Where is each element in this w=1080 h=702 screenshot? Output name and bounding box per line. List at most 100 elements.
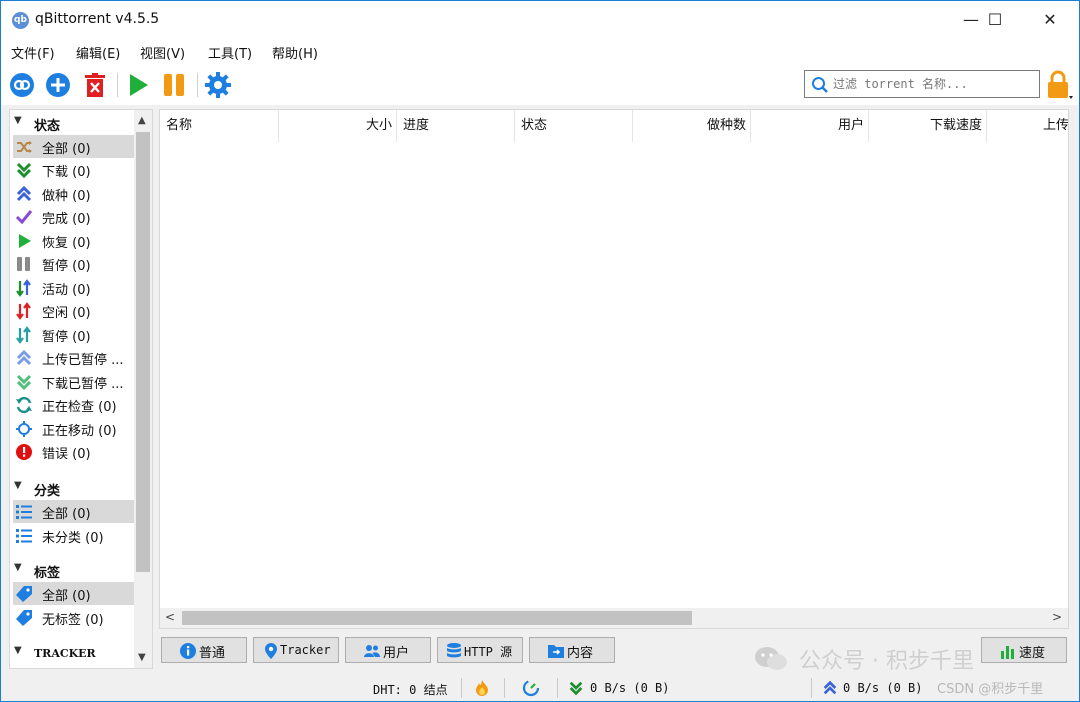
menu-bar: 文件(F) 编辑(E) 视图(V) 工具(T) 帮助(H) bbox=[1, 39, 1079, 65]
download-speed-text[interactable]: 0 B/s (0 B) bbox=[590, 681, 669, 695]
filter-sidebar: ▼ 状态 全部 (0) 下载 (0) 做种 (0) 完成 (0) 恢复 (0) … bbox=[9, 109, 153, 669]
tab-http-sources[interactable]: HTTP 源 bbox=[437, 637, 523, 663]
qbittorrent-logo-icon: qb bbox=[12, 12, 29, 29]
status-item-stalled-downloading[interactable]: 下载已暂停 ... bbox=[13, 370, 134, 393]
crosshair-icon bbox=[16, 421, 32, 437]
chevron-right-icon[interactable]: > bbox=[1052, 610, 1062, 624]
status-item-moving[interactable]: 正在移动 (0) bbox=[13, 417, 134, 440]
window-title: qBittorrent v4.5.5 bbox=[35, 11, 160, 27]
column-header-size[interactable]: 大小 bbox=[279, 110, 397, 142]
sidebar-scrollbar-thumb[interactable] bbox=[136, 132, 150, 572]
dht-status: DHT: 0 结点 bbox=[373, 683, 448, 697]
column-header-download-speed[interactable]: 下载速度 bbox=[869, 110, 987, 142]
database-icon bbox=[447, 643, 461, 658]
double-chevron-up-light-icon bbox=[16, 349, 32, 366]
status-separator bbox=[461, 678, 462, 698]
tab-general[interactable]: 普通 bbox=[161, 637, 247, 663]
column-header-upload-speed[interactable]: 上传 bbox=[987, 110, 1068, 142]
status-separator bbox=[557, 678, 558, 698]
sidebar-scrollbar[interactable]: ▲ ▼ bbox=[134, 110, 152, 668]
up-down-arrows-teal-icon bbox=[16, 326, 31, 344]
status-item-stalled-uploading[interactable]: 上传已暂停 ... bbox=[13, 346, 134, 369]
maximize-button[interactable]: ☐ bbox=[972, 1, 1018, 39]
status-item-active[interactable]: 活动 (0) bbox=[13, 276, 134, 299]
upload-speed-icon bbox=[823, 680, 837, 695]
column-header-peers[interactable]: 用户 bbox=[751, 110, 869, 142]
torrent-list[interactable]: 名称 大小 进度 状态 做种数 用户 下载速度 上传 < > bbox=[159, 109, 1069, 629]
status-item-checking[interactable]: 正在检查 (0) bbox=[13, 393, 134, 416]
tab-peers[interactable]: 用户 bbox=[345, 637, 431, 663]
add-torrent-icon bbox=[46, 73, 70, 97]
category-item-uncategorized[interactable]: 未分类 (0) bbox=[13, 524, 134, 547]
horizontal-scrollbar[interactable]: < > bbox=[160, 608, 1068, 628]
bar-chart-icon bbox=[1001, 646, 1014, 659]
csdn-watermark: CSDN @积步千里 bbox=[937, 682, 1044, 697]
status-item-seeding[interactable]: 做种 (0) bbox=[13, 182, 134, 205]
checkmark-icon bbox=[15, 210, 33, 225]
tab-content[interactable]: 内容 bbox=[529, 637, 615, 663]
connection-status-icon[interactable] bbox=[474, 679, 490, 697]
lock-button[interactable] bbox=[1045, 69, 1075, 101]
status-item-inactive[interactable]: 空闲 (0) bbox=[13, 299, 134, 322]
play-icon bbox=[19, 234, 31, 248]
upload-speed-text[interactable]: 0 B/s (0 B) bbox=[843, 681, 922, 695]
pause-icon bbox=[17, 257, 30, 271]
delete-button[interactable] bbox=[80, 70, 110, 100]
tag-item-untagged[interactable]: 无标签 (0) bbox=[13, 606, 134, 629]
info-icon bbox=[180, 643, 196, 659]
title-bar: qb qBittorrent v4.5.5 — ☐ ✕ bbox=[1, 1, 1079, 39]
up-down-arrows-icon bbox=[16, 279, 31, 297]
chevron-down-icon: ▼ bbox=[14, 645, 22, 656]
delete-icon bbox=[85, 73, 105, 97]
close-button[interactable]: ✕ bbox=[1027, 1, 1073, 39]
category-item-all[interactable]: 全部 (0) bbox=[13, 500, 134, 523]
status-item-paused[interactable]: 暂停 (0) bbox=[13, 252, 134, 275]
menu-edit[interactable]: 编辑(E) bbox=[76, 43, 120, 62]
column-header-seeds[interactable]: 做种数 bbox=[633, 110, 751, 142]
menu-help[interactable]: 帮助(H) bbox=[272, 43, 318, 62]
pause-button[interactable] bbox=[159, 70, 189, 100]
status-section-header[interactable]: ▼ 状态 bbox=[10, 112, 135, 134]
status-item-all[interactable]: 全部 (0) bbox=[13, 135, 134, 158]
status-item-stalled[interactable]: 暂停 (0) bbox=[13, 323, 134, 346]
column-header-name[interactable]: 名称 bbox=[160, 110, 279, 142]
column-header-status[interactable]: 状态 bbox=[515, 110, 633, 142]
chevron-left-icon[interactable]: < bbox=[165, 610, 175, 624]
double-chevron-up-icon bbox=[16, 185, 32, 202]
shuffle-icon bbox=[17, 141, 32, 153]
tag-item-all[interactable]: 全部 (0) bbox=[13, 582, 134, 605]
status-item-errored[interactable]: 错误 (0) bbox=[13, 440, 134, 463]
column-header-progress[interactable]: 进度 bbox=[397, 110, 515, 142]
toolbar bbox=[1, 65, 1079, 105]
chevron-down-icon[interactable]: ▼ bbox=[138, 652, 146, 663]
horizontal-scrollbar-thumb[interactable] bbox=[182, 611, 692, 625]
menu-tools[interactable]: 工具(T) bbox=[208, 43, 252, 62]
menu-file[interactable]: 文件(F) bbox=[11, 43, 55, 62]
resume-icon bbox=[130, 74, 148, 96]
users-icon bbox=[364, 645, 380, 657]
tag-icon bbox=[16, 610, 32, 626]
chevron-up-icon[interactable]: ▲ bbox=[138, 115, 146, 126]
category-section-header[interactable]: ▼ 分类 bbox=[10, 477, 135, 499]
search-input[interactable] bbox=[833, 75, 1033, 93]
folder-icon bbox=[548, 645, 564, 658]
location-pin-icon bbox=[265, 643, 277, 659]
status-item-resumed[interactable]: 恢复 (0) bbox=[13, 229, 134, 252]
status-item-downloading[interactable]: 下载 (0) bbox=[13, 158, 134, 181]
tab-trackers[interactable]: Tracker bbox=[253, 637, 339, 663]
add-torrent-button[interactable] bbox=[43, 70, 73, 100]
status-item-completed[interactable]: 完成 (0) bbox=[13, 205, 134, 228]
chevron-down-icon: ▼ bbox=[14, 115, 22, 126]
menu-view[interactable]: 视图(V) bbox=[140, 43, 185, 62]
resume-button[interactable] bbox=[123, 70, 153, 100]
tracker-section-header[interactable]: ▼ TRACKER bbox=[10, 642, 135, 664]
error-icon bbox=[16, 444, 32, 460]
add-link-button[interactable] bbox=[7, 70, 37, 100]
wechat-logo-icon bbox=[755, 647, 787, 670]
speed-limit-icon[interactable] bbox=[522, 679, 540, 697]
settings-button[interactable] bbox=[203, 70, 233, 100]
list-icon bbox=[16, 505, 32, 519]
search-box[interactable] bbox=[804, 70, 1040, 98]
tags-section-header[interactable]: ▼ 标签 bbox=[10, 559, 135, 581]
speed-tab-button[interactable]: 速度 bbox=[981, 637, 1067, 663]
